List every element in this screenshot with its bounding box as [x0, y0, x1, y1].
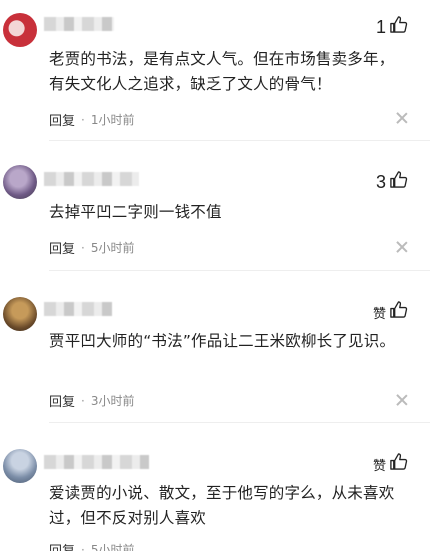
like-count: 1	[375, 16, 386, 37]
separator-dot: ·	[81, 240, 85, 255]
comment-meta: 回复 · 1小时前	[49, 110, 135, 130]
like-label: 赞	[372, 306, 386, 322]
comment-time: 5小时前	[90, 543, 135, 551]
comment-meta: 回复 · 5小时前	[49, 540, 134, 551]
close-icon[interactable]	[396, 394, 408, 406]
comment-time: 1小时前	[90, 113, 135, 127]
divider	[49, 270, 430, 271]
thumbs-up-icon	[389, 300, 408, 324]
username-blurred[interactable]	[44, 172, 139, 186]
thumbs-up-icon	[389, 170, 408, 194]
username-blurred[interactable]	[44, 302, 112, 316]
separator-dot: ·	[81, 542, 85, 551]
username-blurred[interactable]	[44, 455, 149, 469]
comment-text: 去掉平凹二字则一钱不值	[49, 203, 222, 221]
comment-meta: 回复 · 3小时前	[49, 391, 135, 411]
comment-time: 5小时前	[90, 241, 135, 255]
username-blurred[interactable]	[44, 17, 114, 31]
like-button[interactable]: 赞	[373, 452, 408, 476]
close-icon[interactable]	[396, 241, 408, 253]
divider	[49, 140, 430, 141]
comment-time: 3小时前	[90, 394, 135, 408]
like-button[interactable]: 3	[376, 170, 408, 194]
comment-text: 贾平凹大师的“书法”作品让二王米欧柳长了见识。	[49, 332, 396, 350]
avatar[interactable]	[3, 297, 37, 331]
avatar[interactable]	[3, 13, 37, 47]
divider	[49, 422, 430, 423]
avatar[interactable]	[3, 165, 37, 199]
like-count: 3	[375, 171, 386, 192]
comment-text: 老贾的书法，是有点文人气。但在市场售卖多年，有失文化人之追求，缺乏了文人的骨气！	[49, 50, 395, 93]
like-button[interactable]: 1	[376, 15, 408, 39]
separator-dot: ·	[81, 112, 85, 127]
reply-button[interactable]: 回复	[49, 391, 75, 410]
like-button[interactable]: 赞	[373, 300, 408, 324]
thumbs-up-icon	[389, 15, 408, 39]
avatar[interactable]	[3, 449, 37, 483]
comment-meta: 回复 · 5小时前	[49, 238, 135, 258]
close-icon[interactable]	[396, 112, 408, 124]
reply-button[interactable]: 回复	[49, 540, 75, 551]
thumbs-up-icon	[389, 452, 408, 476]
like-label: 赞	[372, 458, 386, 474]
separator-dot: ·	[81, 393, 85, 408]
reply-button[interactable]: 回复	[49, 238, 75, 257]
reply-button[interactable]: 回复	[49, 110, 75, 129]
comment-text: 爱读贾的小说、散文，至于他写的字么，从未喜欢过，但不反对别人喜欢	[49, 484, 395, 527]
